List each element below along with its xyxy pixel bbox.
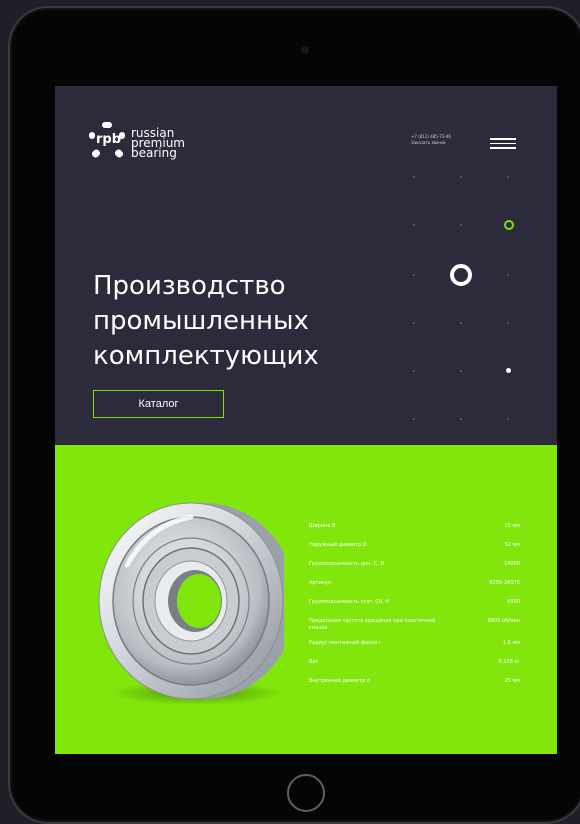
decorative-dot [460, 224, 462, 226]
spec-label: Ширина B [309, 523, 336, 529]
decorative-dot [460, 176, 462, 178]
decorative-dot [460, 370, 462, 372]
decorative-dot [460, 418, 462, 420]
decorative-dot [413, 224, 415, 226]
decorative-dot [507, 176, 509, 178]
decorative-dot [507, 418, 509, 420]
hamburger-menu-icon[interactable] [490, 138, 516, 149]
decorative-dot [413, 418, 415, 420]
spec-value: 0,128 кг [498, 659, 520, 665]
home-button[interactable] [287, 774, 325, 812]
spec-row: Грузоподъемность стат. C0, Н 6900 [309, 599, 520, 606]
website-screen: rpb russian premium bearing +7 (812) 485… [55, 86, 557, 754]
spec-label: Вес [309, 659, 319, 665]
tablet-frame: rpb russian premium bearing +7 (812) 485… [8, 6, 580, 824]
spec-label: Радиус монтажной фаски r [309, 640, 381, 646]
spec-label: Внутренний диаметр d [309, 678, 370, 684]
spec-row: Радиус монтажной фаски r 1,5 мм [309, 640, 520, 647]
logo-mark: rpb [89, 122, 125, 159]
spec-label: Предельная частота вращения при пластичн… [309, 618, 436, 631]
spec-row: Вес 0,128 кг [309, 659, 520, 666]
spec-value: 6900 [507, 599, 520, 605]
decorative-dot [413, 176, 415, 178]
logo-monogram: rpb [96, 132, 122, 147]
catalog-button[interactable]: Каталог [93, 390, 224, 418]
spec-value: 6205-2RSTE [489, 580, 520, 586]
hero-title-line-1: Производство [93, 271, 286, 301]
hero-section: rpb russian premium bearing +7 (812) 485… [55, 86, 557, 445]
green-ring-icon [504, 220, 514, 230]
spec-value: 52 мм [504, 542, 521, 548]
spec-row: Артикул 6205-2RSTE [309, 580, 520, 587]
spec-value: 8500 об/мин [487, 618, 520, 624]
spec-row: Предельная частота вращения при пластичн… [309, 618, 520, 632]
decorative-dot [507, 322, 509, 324]
spec-value: 15 мм [504, 523, 521, 529]
contact-info: +7 (812) 485-73-46 Заказать звонок [411, 134, 451, 146]
decorative-dot [460, 322, 462, 324]
spec-label: Наружный диаметр D [309, 542, 367, 548]
spec-label: Грузоподъемность дин. C, Н [309, 561, 385, 567]
spec-row: Наружный диаметр D 52 мм [309, 542, 520, 549]
hero-title-line-3: комплектующих [93, 341, 319, 371]
product-spec-section: Ширина B 15 мм Наружный диаметр D 52 мм … [55, 445, 557, 754]
spec-value: 1,5 мм [502, 640, 520, 646]
ball-bearing-image [98, 502, 284, 705]
logo[interactable]: rpb russian premium bearing [89, 120, 199, 166]
callback-link[interactable]: Заказать звонок [411, 140, 451, 146]
white-ring-icon [450, 264, 472, 286]
spec-row: Внутренний диаметр d 25 мм [309, 678, 520, 685]
tablet-camera [301, 46, 309, 54]
spec-value: 14000 [504, 561, 520, 567]
logo-text: russian premium bearing [131, 127, 185, 159]
hero-title-line-2: промышленных [93, 306, 309, 336]
decorative-dot [413, 370, 415, 372]
decorative-dot [507, 274, 509, 276]
spec-label: Грузоподъемность стат. C0, Н [309, 599, 390, 605]
spec-row: Ширина B 15 мм [309, 523, 520, 530]
spec-label: Артикул [309, 580, 331, 586]
spec-row: Грузоподъемность дин. C, Н 14000 [309, 561, 520, 568]
decorative-dot [413, 322, 415, 324]
decorative-dot [413, 274, 415, 276]
white-dot [506, 368, 511, 373]
spec-list: Ширина B 15 мм Наружный диаметр D 52 мм … [309, 523, 520, 697]
hero-title: Производство промышленных комплектующих [93, 269, 453, 374]
spec-value: 25 мм [504, 678, 521, 684]
